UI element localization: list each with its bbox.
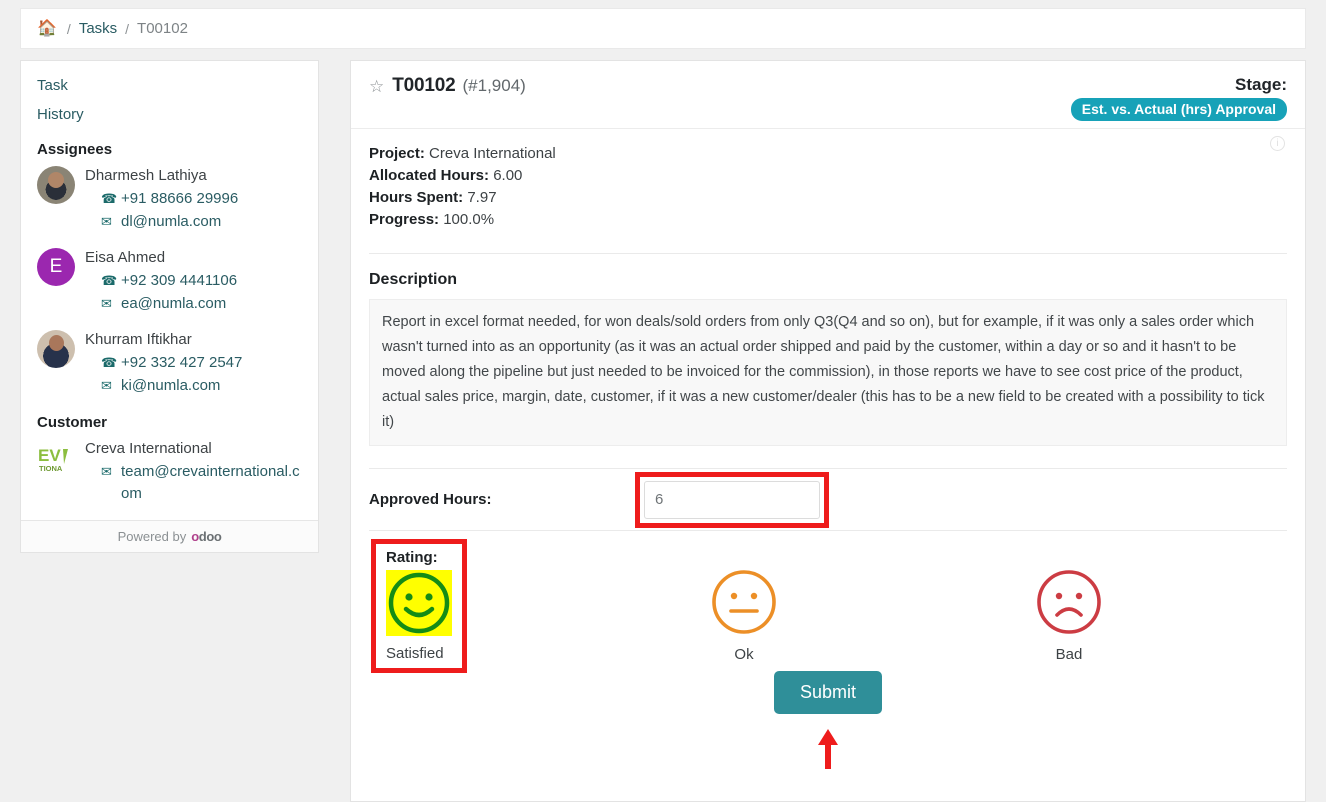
description-text: Report in excel format needed, for won d… <box>369 299 1287 446</box>
smiley-sad-icon[interactable] <box>1034 567 1104 637</box>
envelope-icon: ✉ <box>101 214 112 229</box>
page-title: T00102 <box>392 75 456 96</box>
assignee-name: Khurram Iftikhar <box>85 331 192 348</box>
assignee-email-row: ✉ dl@numla.com <box>101 211 302 233</box>
star-outline-icon[interactable]: ☆ <box>369 78 384 95</box>
info-circle-icon[interactable]: i <box>1270 136 1285 151</box>
list-item: E Eisa Ahmed ☎ +92 309 4441106 ✉ ea@numl… <box>37 248 302 316</box>
envelope-icon: ✉ <box>101 296 112 311</box>
breadcrumb-item-current: T00102 <box>137 20 188 37</box>
rating-option-satisfied[interactable] <box>386 570 452 636</box>
customer-item: EV TIONA Creva International ✉ team@crev… <box>37 439 302 506</box>
submit-button[interactable]: Submit <box>773 671 883 714</box>
stage-section: Stage: Est. vs. Actual (hrs) Approval <box>1070 75 1287 121</box>
rating-caption-satisfied: Satisfied <box>386 645 444 662</box>
avatar <box>37 166 75 204</box>
rating-option-bad[interactable]: Bad <box>1024 567 1114 663</box>
rating-caption-ok: Ok <box>734 646 754 663</box>
customer-email[interactable]: team@crevainternational.com <box>121 461 302 505</box>
assignee-email-row: ✉ ea@numla.com <box>101 293 302 315</box>
customer-email-row: ✉ team@crevainternational.com <box>101 461 302 505</box>
stage-label: Stage: <box>1235 75 1287 94</box>
assignee-email[interactable]: dl@numla.com <box>121 211 221 233</box>
svg-text:TIONA: TIONA <box>39 464 63 473</box>
field-label: Hours Spent: <box>369 189 464 206</box>
approved-hours-input[interactable] <box>644 480 820 519</box>
task-number: (#1,904) <box>462 76 526 95</box>
breadcrumb-separator-1: / <box>66 20 71 37</box>
phone-icon: ☎ <box>101 191 118 206</box>
rating-option-ok[interactable]: Ok <box>699 567 789 663</box>
assignee-email-row: ✉ ki@numla.com <box>101 375 302 397</box>
sidebar-item-history[interactable]: History <box>37 106 302 123</box>
assignee-email[interactable]: ea@numla.com <box>121 293 226 315</box>
svg-text:EV: EV <box>38 446 61 465</box>
phone-icon: ☎ <box>101 273 118 288</box>
customer-heading: Customer <box>37 414 108 431</box>
smiley-happy-icon[interactable] <box>386 570 452 636</box>
assignee-name: Eisa Ahmed <box>85 249 166 266</box>
field-project: Project: Creva International <box>369 143 1287 165</box>
assignee-phone[interactable]: +91 88666 29996 <box>121 188 238 210</box>
assignee-phone-row: ☎ +91 88666 29996 <box>101 188 302 210</box>
field-allocated-hours: Allocated Hours: 6.00 <box>369 165 1287 187</box>
odoo-logo: odoo <box>191 529 222 544</box>
home-icon[interactable]: 🏠 <box>37 20 57 37</box>
list-item: Khurram Iftikhar ☎ +92 332 427 2547 ✉ ki… <box>37 330 302 398</box>
task-detail-panel: ☆ T00102 (#1,904) Stage: Est. vs. Actual… <box>350 60 1306 802</box>
breadcrumb-item-tasks[interactable]: Tasks <box>79 20 117 37</box>
envelope-icon: ✉ <box>101 378 112 393</box>
field-value: Creva International <box>429 145 556 162</box>
rating-label: Rating: <box>386 549 438 566</box>
powered-by-footer: Powered by odoo <box>21 520 318 552</box>
assignee-name: Dharmesh Lathiya <box>85 167 207 184</box>
arrow-up-annotation <box>818 729 838 769</box>
assignee-phone[interactable]: +92 332 427 2547 <box>121 352 242 374</box>
breadcrumb-separator-2: / <box>125 20 130 37</box>
avatar-initial: E <box>49 256 63 277</box>
field-progress: Progress: 100.0% <box>369 209 1287 231</box>
assignee-phone[interactable]: +92 309 4441106 <box>121 270 237 292</box>
assignee-phone-row: ☎ +92 309 4441106 <box>101 270 302 292</box>
divider <box>369 253 1287 254</box>
rating-caption-bad: Bad <box>1055 646 1083 663</box>
creva-logo-icon: EV TIONA <box>38 446 68 473</box>
avatar <box>37 330 75 368</box>
field-hours-spent: Hours Spent: 7.97 <box>369 187 1287 209</box>
assignee-email[interactable]: ki@numla.com <box>121 375 220 397</box>
smiley-neutral-icon[interactable] <box>709 567 779 637</box>
sidebar: Task History Assignees Dharmesh Lathiya … <box>20 60 319 553</box>
panel-body: i Project: Creva International Allocated… <box>351 129 1305 769</box>
assignees-heading: Assignees <box>37 141 113 158</box>
field-label: Allocated Hours: <box>369 167 490 184</box>
customer-logo: EV TIONA <box>37 439 75 477</box>
submit-row: Submit <box>369 671 1287 769</box>
approved-hours-row: Approved Hours: <box>369 468 1287 530</box>
rating-selected-highlight: Rating: Satisfied <box>371 539 467 673</box>
field-label: Progress: <box>369 211 440 228</box>
avatar: E <box>37 248 75 286</box>
description-title: Description <box>369 271 458 288</box>
breadcrumb: 🏠 / Tasks / T00102 <box>20 8 1306 49</box>
rating-row: Rating: Satisfied Ok Bad <box>369 531 1287 673</box>
field-value: 6.00 <box>493 167 523 184</box>
powered-by-text: Powered by <box>117 529 187 544</box>
list-item: Dharmesh Lathiya ☎ +91 88666 29996 ✉ dl@… <box>37 166 302 234</box>
sidebar-item-task[interactable]: Task <box>37 77 302 94</box>
panel-header: ☆ T00102 (#1,904) Stage: Est. vs. Actual… <box>351 61 1305 129</box>
field-label: Project: <box>369 145 425 162</box>
approved-hours-label: Approved Hours: <box>369 491 492 508</box>
phone-icon: ☎ <box>101 355 118 370</box>
assignee-phone-row: ☎ +92 332 427 2547 <box>101 352 302 374</box>
field-value: 100.0% <box>443 211 495 228</box>
status-badge: Est. vs. Actual (hrs) Approval <box>1070 98 1287 121</box>
field-value: 7.97 <box>467 189 497 206</box>
customer-name: Creva International <box>85 440 212 457</box>
approved-hours-highlight <box>635 471 829 528</box>
envelope-icon: ✉ <box>101 464 112 479</box>
